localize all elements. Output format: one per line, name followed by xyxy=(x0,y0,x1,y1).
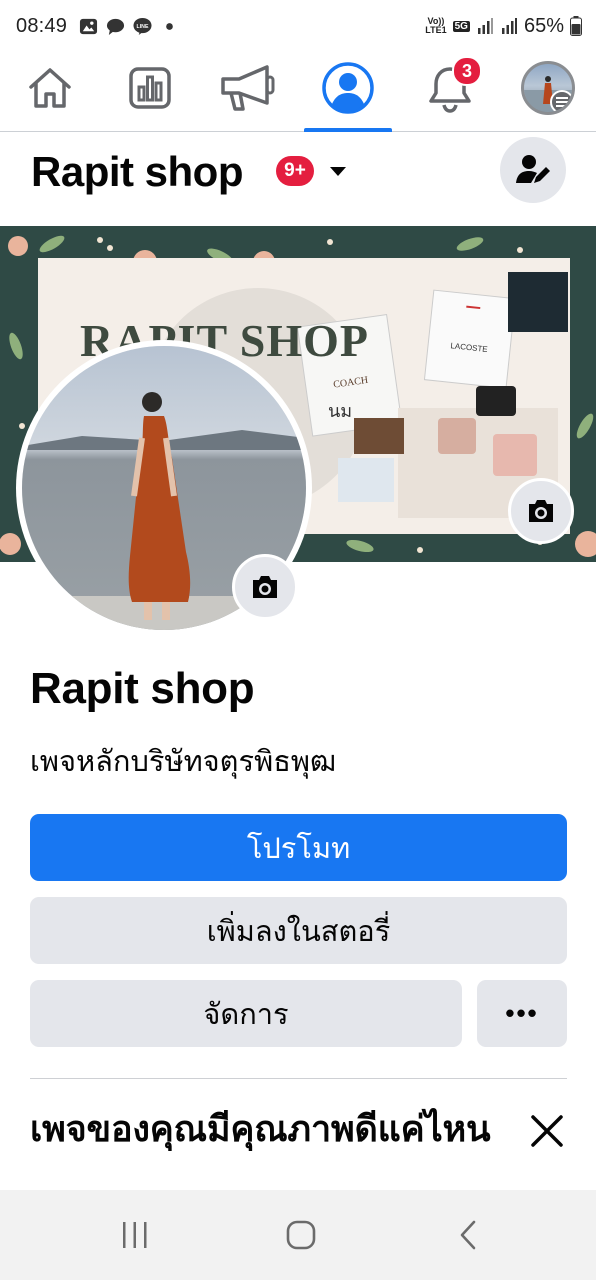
manage-button[interactable]: จัดการ xyxy=(30,980,462,1047)
system-nav-bar xyxy=(0,1190,596,1280)
page-header: Rapit shop 9+ xyxy=(0,134,596,226)
image-icon xyxy=(80,18,98,34)
edit-profile-button[interactable] xyxy=(500,137,566,203)
status-right: Vo)) LTE1 5G 65% xyxy=(425,15,582,38)
promote-button[interactable]: โปรโมท xyxy=(30,814,567,881)
nav-notifications[interactable]: 3 xyxy=(420,56,482,118)
camera-icon xyxy=(253,576,277,598)
top-nav: 3 xyxy=(0,52,596,132)
nav-ads[interactable] xyxy=(218,58,278,118)
active-tab-indicator xyxy=(304,128,392,132)
insights-icon xyxy=(129,67,171,109)
nav-profile[interactable] xyxy=(318,58,378,118)
notification-count-badge: 3 xyxy=(452,56,482,86)
close-icon[interactable] xyxy=(524,1108,570,1154)
change-profile-photo-button[interactable] xyxy=(232,554,298,620)
page-category: เพจหลักบริษัทจตุรพิธพุฒ xyxy=(30,746,337,778)
home-button[interactable] xyxy=(276,1212,326,1258)
dot-icon xyxy=(166,22,173,30)
back-button[interactable] xyxy=(444,1212,494,1258)
status-time: 08:49 xyxy=(16,14,68,37)
recent-apps-icon xyxy=(123,1222,147,1248)
megaphone-icon xyxy=(221,65,275,111)
more-options-button[interactable]: ••• xyxy=(477,980,567,1047)
page-badge: 9+ xyxy=(276,156,314,186)
menu-icon xyxy=(550,90,572,112)
caret-down-icon[interactable] xyxy=(330,167,346,176)
account-avatar xyxy=(521,61,575,115)
home-nav-icon xyxy=(286,1220,316,1250)
battery-icon xyxy=(570,16,582,36)
home-icon xyxy=(29,68,71,108)
page-switcher-title[interactable]: Rapit shop xyxy=(31,148,244,196)
recent-apps-button[interactable] xyxy=(110,1212,160,1258)
volte-indicator: Vo)) LTE1 xyxy=(425,16,447,35)
svg-text:LINE: LINE xyxy=(137,23,149,29)
chat-icon xyxy=(107,18,125,35)
page-name: Rapit shop xyxy=(30,664,255,713)
status-bar: 08:49 LINE Vo)) LTE1 5G 65% xyxy=(0,0,596,52)
add-to-story-button[interactable]: เพิ่มลงในสตอรี่ xyxy=(30,897,567,964)
back-icon xyxy=(460,1220,476,1250)
signal-icon xyxy=(477,18,493,34)
signal-icon-2 xyxy=(501,18,517,34)
camera-icon xyxy=(529,500,553,522)
divider xyxy=(30,1078,567,1079)
change-cover-button[interactable] xyxy=(508,478,574,544)
network-type: 5G xyxy=(452,20,470,32)
nav-home[interactable] xyxy=(20,58,80,118)
nav-account[interactable] xyxy=(518,58,578,118)
nav-insights[interactable] xyxy=(120,58,180,118)
line-icon: LINE xyxy=(133,17,152,35)
battery-percent: 65% xyxy=(523,14,564,37)
page-quality-heading: เพจของคุณมีคุณภาพดีแค่ไหน xyxy=(30,1108,491,1149)
profile-icon xyxy=(322,62,374,114)
status-left: 08:49 LINE xyxy=(16,15,179,38)
cover-caption: นม xyxy=(328,401,353,421)
edit-person-icon xyxy=(516,155,550,183)
